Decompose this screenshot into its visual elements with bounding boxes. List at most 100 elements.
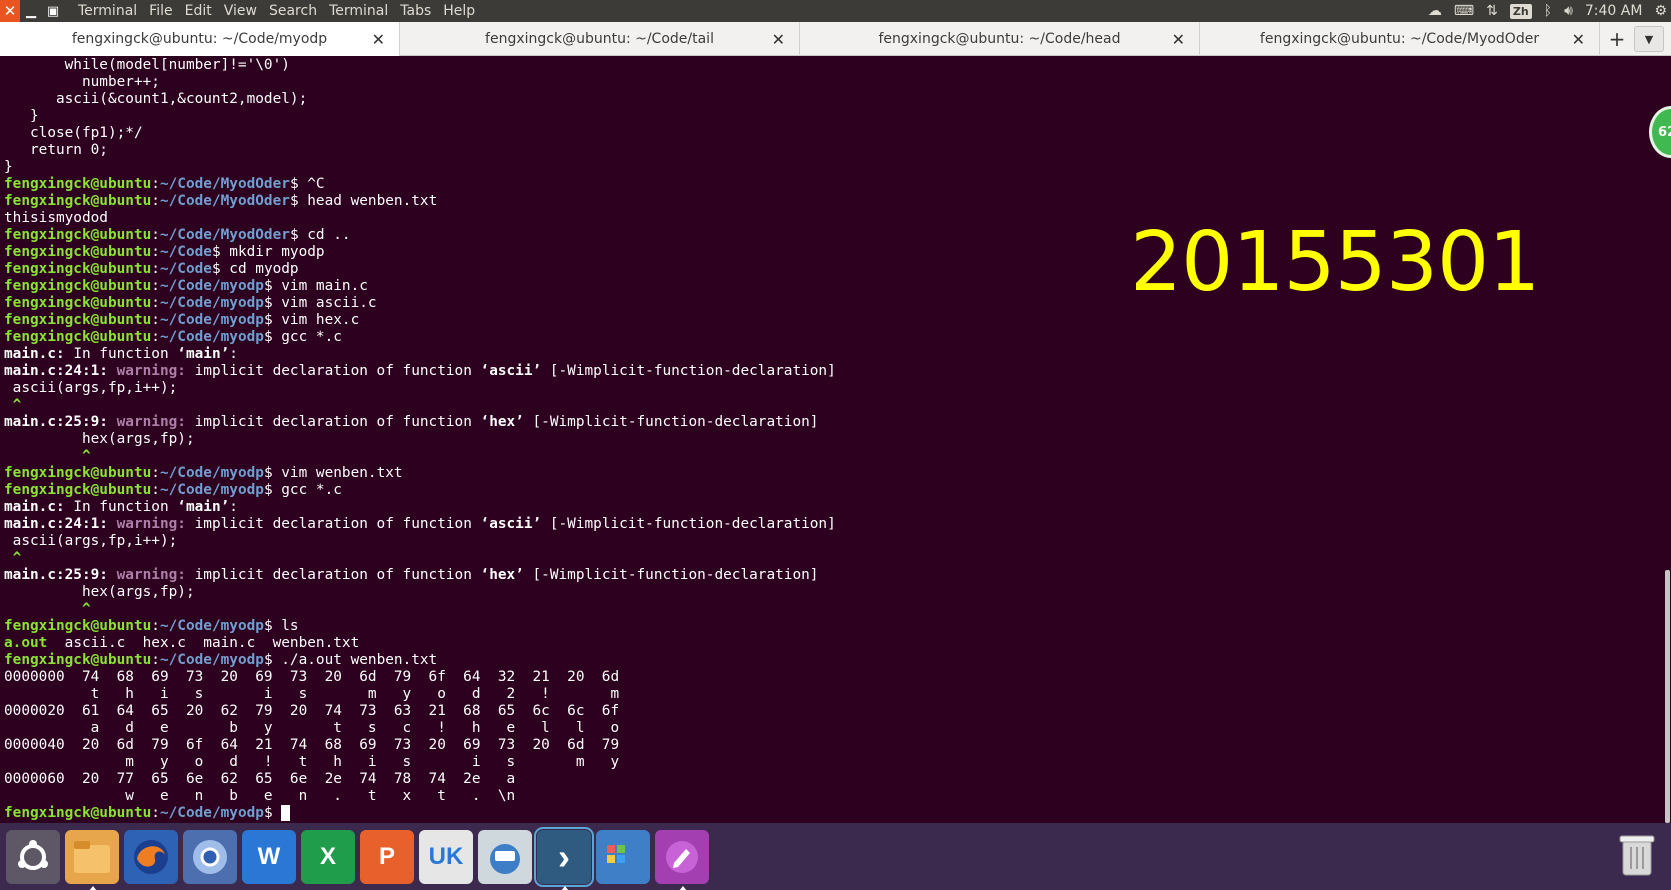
menu-view[interactable]: View xyxy=(218,0,263,22)
tab-4[interactable]: fengxingck@ubuntu: ~/Code/MyodOder ✕ xyxy=(1200,22,1600,56)
tab-2[interactable]: fengxingck@ubuntu: ~/Code/tail ✕ xyxy=(400,22,800,56)
prompt-path: ~/Code/myodp xyxy=(159,278,264,294)
dock-workspaces-icon[interactable] xyxy=(596,829,650,884)
output-text: while(model[number]!='\0') xyxy=(4,57,290,73)
keyboard-icon[interactable]: ⌨ xyxy=(1454,0,1474,22)
prompt-user: fengxingck@ubuntu xyxy=(4,329,152,345)
window-close-button[interactable]: ✕ xyxy=(0,0,20,22)
dock-software-updater-icon[interactable] xyxy=(478,829,532,884)
network-icon[interactable]: ⇅ xyxy=(1486,0,1498,22)
command-text: head wenben.txt xyxy=(298,193,438,209)
new-tab-button[interactable]: + xyxy=(1600,22,1634,56)
terminal-line: main.c: In function ‘main’: xyxy=(4,346,1660,363)
prompt-symbol: $ xyxy=(263,329,273,345)
info-tail: : xyxy=(229,346,238,362)
output-text: t h i s i s m y o d 2 ! m xyxy=(4,686,620,702)
tab-title: fengxingck@ubuntu: ~/Code/tail xyxy=(485,31,714,47)
tab-1[interactable]: fengxingck@ubuntu: ~/Code/myodp ✕ xyxy=(0,22,400,56)
gear-icon[interactable]: ⚙ xyxy=(1654,0,1667,22)
menu-edit[interactable]: Edit xyxy=(179,0,218,22)
volume-icon[interactable]: 🔊︎ xyxy=(1564,0,1573,22)
window-minimize-button[interactable]: ▁ xyxy=(20,0,42,22)
terminal-scrollbar[interactable] xyxy=(1663,57,1671,823)
prompt-separator: : xyxy=(151,193,160,209)
terminal-line: fengxingck@ubuntu:~/Code/myodp$ vim wenb… xyxy=(4,465,1660,482)
prompt-user: fengxingck@ubuntu xyxy=(4,312,152,328)
tab-3[interactable]: fengxingck@ubuntu: ~/Code/head ✕ xyxy=(800,22,1200,56)
prompt-user: fengxingck@ubuntu xyxy=(4,805,152,821)
dock-text-editor-icon[interactable] xyxy=(655,829,709,890)
tab-bar: fengxingck@ubuntu: ~/Code/myodp ✕ fengxing… xyxy=(0,22,1671,56)
terminal-line: hex(args,fp); xyxy=(4,584,1660,601)
dock-terminal-app-icon[interactable]: › xyxy=(534,826,594,890)
output-text: 0000060 20 77 65 6e 62 65 6e 2e 74 78 74… xyxy=(4,771,516,787)
window-maximize-button[interactable]: ▣ xyxy=(42,0,64,22)
input-method-indicator[interactable]: Zh xyxy=(1509,0,1532,22)
info-text: In function xyxy=(64,499,178,515)
close-icon[interactable]: ✕ xyxy=(1572,30,1585,49)
dock-icon-label: W xyxy=(257,842,281,870)
command-text: cd .. xyxy=(298,227,351,243)
close-icon[interactable]: ✕ xyxy=(1172,30,1185,49)
tab-list: fengxingck@ubuntu: ~/Code/myodp ✕ fengxing… xyxy=(0,22,1600,56)
prompt-path: ~/Code/myodp xyxy=(159,329,264,345)
command-text: ls xyxy=(272,618,299,634)
menu-tabs[interactable]: Tabs xyxy=(394,0,437,22)
dock-ubuntu-logo-icon[interactable] xyxy=(6,829,60,884)
dock-firefox-icon[interactable] xyxy=(124,829,178,884)
warning-flag: [-Wimplicit-function-declaration] xyxy=(523,414,819,430)
command-text: ^C xyxy=(298,176,325,192)
prompt-path: ~/Code/myodp xyxy=(159,805,264,821)
trash-icon[interactable] xyxy=(1615,829,1659,881)
menu-terminal[interactable]: Terminal xyxy=(72,0,143,22)
menu-terminal[interactable]: Terminal xyxy=(323,0,394,22)
scrollbar-thumb[interactable] xyxy=(1665,570,1670,823)
prompt-separator: : xyxy=(151,618,160,634)
close-icon[interactable]: ✕ xyxy=(772,30,785,49)
dock-wps-writer-icon[interactable]: W xyxy=(242,829,296,884)
menubar: Terminal File Edit View Search Terminal Tabs He… xyxy=(72,0,481,22)
close-icon[interactable]: ✕ xyxy=(372,30,385,49)
prompt-user: fengxingck@ubuntu xyxy=(4,193,152,209)
cloud-icon[interactable]: ☁ xyxy=(1428,0,1442,22)
terminal-line: ascii(args,fp,i++); xyxy=(4,380,1660,397)
command-text: gcc *.c xyxy=(272,482,342,498)
dock-wps-spreadsheets-icon[interactable]: X xyxy=(301,829,355,884)
output-text: 0000020 61 64 65 20 62 79 20 74 73 63 21… xyxy=(4,703,620,719)
caret-marker: ^ xyxy=(4,448,91,464)
dock-chromium-icon[interactable] xyxy=(183,829,237,884)
output-text: hex(args,fp); xyxy=(4,584,195,600)
clock[interactable]: 7:40 AM xyxy=(1585,0,1643,22)
menu-help[interactable]: Help xyxy=(437,0,481,22)
tab-menu-button[interactable]: ▼ xyxy=(1634,26,1664,52)
menu-file[interactable]: File xyxy=(143,0,178,22)
dock-icon-label: UK xyxy=(428,842,464,870)
dock-files-icon[interactable] xyxy=(65,829,119,890)
output-text: ascii(args,fp,i++); xyxy=(4,380,178,396)
warning-location: main.c:24:1: xyxy=(4,516,108,532)
prompt-separator: : xyxy=(151,261,160,277)
caret-marker: ^ xyxy=(4,601,91,617)
file-list: ascii.c hex.c main.c wenben.txt xyxy=(47,635,360,651)
prompt-separator: : xyxy=(151,227,160,243)
bluetooth-icon[interactable]: ᛒ xyxy=(1544,0,1552,22)
terminal-line: number++; xyxy=(4,74,1660,91)
dock-wps-presentation-icon[interactable]: P xyxy=(360,829,414,884)
terminal-line: ^ xyxy=(4,397,1660,414)
prompt-separator: : xyxy=(151,295,160,311)
top-panel: ✕ ▁ ▣ Terminal File Edit View Search Terminal… xyxy=(0,0,1671,22)
prompt-separator: : xyxy=(151,278,160,294)
prompt-symbol: $ xyxy=(289,227,299,243)
prompt-symbol: $ xyxy=(263,278,273,294)
terminal-line: fengxingck@ubuntu:~/Code/MyodOder$ head … xyxy=(4,193,1660,210)
prompt-symbol: $ xyxy=(211,244,221,260)
terminal-output[interactable]: while(model[number]!='\0') number++; asc… xyxy=(4,57,1660,823)
terminal-line: 0000000 74 68 69 73 20 69 73 20 6d 79 6f… xyxy=(4,669,1660,686)
dock-ubuntu-kylin-icon[interactable]: UK xyxy=(419,829,473,884)
warning-text: implicit declaration of function xyxy=(185,567,481,583)
warning-label: warning: xyxy=(107,363,186,379)
terminal-line: a.out ascii.c hex.c main.c wenben.txt xyxy=(4,635,1660,652)
terminal-cursor[interactable] xyxy=(281,805,291,821)
prompt-path: ~/Code/myodp xyxy=(159,295,264,311)
menu-search[interactable]: Search xyxy=(263,0,323,22)
